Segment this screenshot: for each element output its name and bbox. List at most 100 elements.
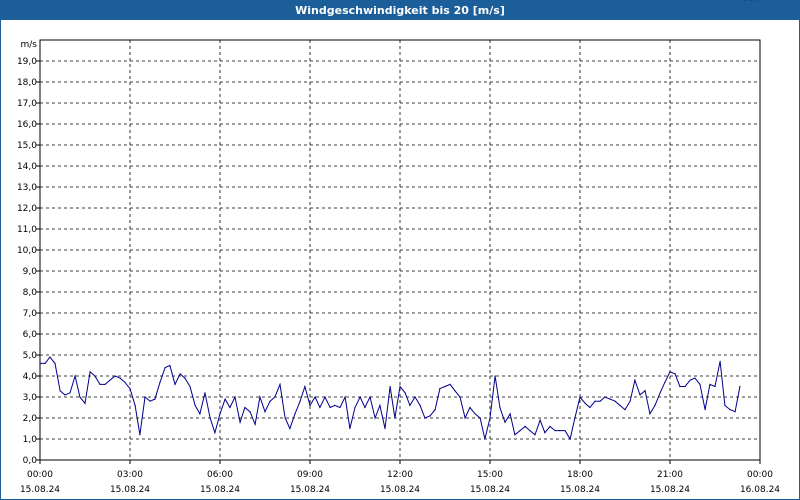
y-tick-label: 7,0 [23,309,38,319]
data-point [599,400,601,402]
data-point [444,385,446,388]
data-point [209,417,211,419]
data-point [379,404,381,406]
x-tick-date-label: 16.08.24 [740,485,780,495]
y-tick-label: 4,0 [23,372,38,382]
data-point [589,406,591,409]
data-point [319,406,321,409]
data-point [734,411,736,413]
data-point [429,415,431,417]
y-tick-label: 6,0 [23,330,38,340]
data-point [274,396,276,398]
data-point [414,396,416,398]
data-point [479,417,481,419]
data-points [39,0,756,440]
data-point [309,404,311,406]
data-point [419,404,421,406]
data-point [149,400,151,402]
data-point [64,394,66,396]
data-point [619,404,621,406]
y-tick-label: 0,0 [23,456,38,466]
data-point [229,406,231,409]
data-point [289,427,291,430]
data-point [114,375,116,377]
data-point [524,425,526,427]
data-point [134,404,136,406]
data-point [354,406,356,409]
data-point [649,413,651,415]
data-point [694,377,696,379]
x-tick-time-label: 00:00 [27,470,53,480]
x-tick-date-label: 15.08.24 [200,485,240,495]
wind-speed-chart: 0,0 1,0 2,0 3,0 4,0 5,0 6,0 7,0 8,0 9,0 10,0 11,0 12… [17,0,780,495]
y-tick-label: 16,0 [17,120,37,130]
data-point [129,388,131,390]
data-point [689,379,691,381]
data-point [629,400,631,402]
x-tick-time-label: 06:00 [207,470,233,480]
data-point [449,383,451,385]
data-point [554,430,556,432]
data-point [384,427,386,430]
data-point [519,430,521,432]
data-point [339,406,341,409]
data-point [244,406,246,409]
data-point [644,390,646,392]
data-point [184,377,186,379]
y-tick-label: 14,0 [17,162,37,172]
x-tick-time-label: 03:00 [117,470,143,480]
data-point [204,392,206,394]
y-tick-label: 13,0 [17,183,37,193]
y-tick-label: 17,0 [17,99,37,109]
data-point [374,417,376,419]
data-point [99,383,101,385]
data-point [494,375,496,377]
x-tick-date-label: 15.08.24 [110,485,150,495]
data-point [579,396,581,398]
data-point [439,388,441,390]
data-point [564,430,566,432]
wind-speed-series-line [40,356,741,441]
data-point [469,406,471,409]
data-point [74,375,76,377]
data-point [59,390,61,392]
data-point [664,381,666,383]
data-point [39,362,41,364]
data-point [484,438,486,440]
data-point [159,381,161,383]
data-point [499,406,501,409]
data-point [539,419,541,421]
y-tick-label: 18,0 [17,78,37,88]
data-point [359,396,361,398]
x-tick-time-label: 00:00 [747,470,773,480]
data-point [614,400,616,402]
data-point [404,392,406,394]
data-point [584,402,586,404]
data-point [189,385,191,388]
x-tick-time-label: 12:00 [387,470,413,480]
data-point [284,417,286,419]
data-point [299,400,301,402]
data-point [344,396,346,398]
x-tick-date-label: 15.08.24 [650,485,690,495]
data-point [104,383,106,385]
y-tick-label: 10,0 [17,246,37,256]
data-point [634,379,636,381]
y-tick-label: 2,0 [23,414,38,424]
data-point [609,398,611,400]
x-tick-date-label: 15.08.24 [380,485,420,495]
data-point [719,360,721,362]
data-point [269,400,271,402]
data-point [729,409,731,411]
data-point [154,398,156,400]
data-point [709,383,711,385]
data-point [214,432,216,434]
x-tick-time-label: 09:00 [297,470,323,480]
data-point [744,0,746,1]
x-axis-ticks: 00:00 15.08.24 03:00 15.08.24 06:00 15.08.24 0… [20,460,780,495]
x-tick-date-label: 15.08.24 [560,485,600,495]
data-point [639,394,641,396]
y-tick-label: 5,0 [23,351,38,361]
data-point [724,404,726,406]
data-point [684,385,686,388]
